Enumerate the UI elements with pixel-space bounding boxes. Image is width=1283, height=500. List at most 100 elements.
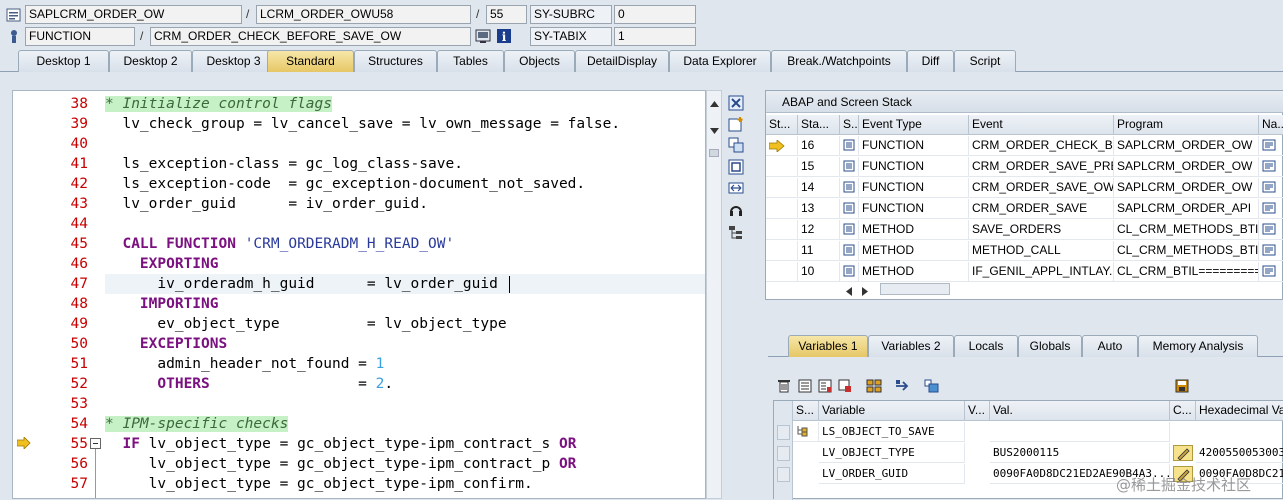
tab-script[interactable]: Script <box>954 50 1016 72</box>
stack-event-type-cell[interactable]: METHOD <box>859 262 969 282</box>
maximize-icon[interactable] <box>728 159 744 175</box>
row-selector[interactable] <box>777 467 790 482</box>
var-col-header[interactable]: Val. <box>990 401 1170 421</box>
sysvar-value-2[interactable]: 1 <box>614 27 696 46</box>
tab-desktop-3[interactable]: Desktop 3 <box>192 50 275 72</box>
var-col-header[interactable]: Variable <box>819 401 965 421</box>
sysvar-value-1[interactable]: 0 <box>614 5 696 24</box>
stack-nav-cell[interactable] <box>1259 241 1283 261</box>
stack-level-cell[interactable]: 16 <box>798 136 840 156</box>
tab-structures[interactable]: Structures <box>354 50 437 72</box>
list-icon[interactable] <box>798 379 814 395</box>
stack-event-type-cell[interactable]: FUNCTION <box>859 178 969 198</box>
stack-level-cell[interactable]: 12 <box>798 220 840 240</box>
include-field[interactable]: LCRM_ORDER_OWU58 <box>256 5 471 24</box>
program-field[interactable]: SAPLCRM_ORDER_OW <box>25 5 242 24</box>
tab-diff[interactable]: Diff <box>907 50 954 72</box>
stack-program-cell[interactable]: SAPLCRM_ORDER_API <box>1114 199 1259 219</box>
export-icon[interactable] <box>838 379 854 395</box>
swap-tool-icon[interactable] <box>728 137 744 153</box>
var-value-cell[interactable]: BUS2000115 <box>990 443 1170 463</box>
stack-event-type-cell[interactable]: FUNCTION <box>859 157 969 177</box>
stack-col-header[interactable]: Program <box>1114 115 1259 135</box>
var-name-cell[interactable]: LV_ORDER_GUID <box>819 464 965 484</box>
scroll-thumb[interactable] <box>709 149 719 157</box>
tab-objects[interactable]: Objects <box>504 50 575 72</box>
stack-event-cell[interactable]: CRM_ORDER_SAVE_PRE... <box>969 157 1114 177</box>
type-field[interactable]: FUNCTION <box>25 27 135 46</box>
structure-icon[interactable] <box>866 379 882 395</box>
stack-level-cell[interactable]: 10 <box>798 262 840 282</box>
tab-detaildisplay[interactable]: DetailDisplay <box>575 50 669 72</box>
services-icon[interactable] <box>728 202 744 218</box>
scroll-thumb[interactable] <box>880 283 950 295</box>
tab-variables-1[interactable]: Variables 1 <box>788 335 868 357</box>
tab-breakpoints[interactable]: Break./Watchpoints <box>771 50 907 72</box>
stack-program-cell[interactable]: CL_CRM_METHODS_BTIL... <box>1114 220 1259 240</box>
row-selector[interactable] <box>777 446 790 461</box>
object-icon[interactable] <box>924 379 940 395</box>
navigate-icon[interactable] <box>895 379 911 395</box>
delete-icon[interactable] <box>777 379 793 395</box>
save-icon[interactable] <box>1175 379 1191 395</box>
stack-event-cell[interactable]: METHOD_CALL <box>969 241 1114 261</box>
tab-standard[interactable]: Standard <box>267 50 354 72</box>
stack-nav-cell[interactable] <box>1259 157 1283 177</box>
stack-col-header[interactable]: Event <box>969 115 1114 135</box>
stack-event-cell[interactable]: IF_GENIL_APPL_INTLAY... <box>969 262 1114 282</box>
stack-event-cell[interactable]: CRM_ORDER_CHECK_BEF... <box>969 136 1114 156</box>
var-name-cell[interactable]: LS_OBJECT_TO_SAVE <box>819 422 965 442</box>
stack-level-cell[interactable]: 13 <box>798 199 840 219</box>
tab-variables-2[interactable]: Variables 2 <box>868 335 954 357</box>
var-col-header[interactable]: Hexadecimal Va <box>1196 401 1283 421</box>
stack-col-header[interactable]: Na... <box>1259 115 1283 135</box>
tab-memory-analysis[interactable]: Memory Analysis <box>1138 335 1258 357</box>
var-col-header[interactable]: S... <box>793 401 819 421</box>
import-icon[interactable] <box>818 379 834 395</box>
scroll-up-icon[interactable] <box>710 96 719 110</box>
row-selector[interactable] <box>777 425 790 440</box>
scroll-right-icon[interactable] <box>862 285 868 299</box>
stack-event-type-cell[interactable]: FUNCTION <box>859 199 969 219</box>
screen-icon[interactable] <box>475 28 491 44</box>
collapse-block-icon[interactable] <box>90 438 101 449</box>
stack-hscroll[interactable] <box>844 281 954 297</box>
stack-event-type-cell[interactable]: METHOD <box>859 220 969 240</box>
stack-level-cell[interactable]: 14 <box>798 178 840 198</box>
stack-program-cell[interactable]: SAPLCRM_ORDER_OW <box>1114 136 1259 156</box>
close-icon[interactable] <box>728 95 744 111</box>
tree-tool-icon[interactable] <box>728 225 744 241</box>
var-col-header[interactable]: V... <box>965 401 990 421</box>
function-name-field[interactable]: CRM_ORDER_CHECK_BEFORE_SAVE_OW <box>150 27 471 46</box>
stack-col-header[interactable]: Sta... <box>798 115 840 135</box>
line-field[interactable]: 55 <box>486 5 527 24</box>
stack-col-header[interactable]: St... <box>766 115 798 135</box>
stack-col-header[interactable]: S... <box>840 115 859 135</box>
var-value-cell[interactable] <box>990 422 1170 442</box>
stack-program-cell[interactable]: CL_CRM_METHODS_BTIL... <box>1114 241 1259 261</box>
stack-event-cell[interactable]: SAVE_ORDERS <box>969 220 1114 240</box>
tab-auto[interactable]: Auto <box>1082 335 1138 357</box>
tab-globals[interactable]: Globals <box>1018 335 1082 357</box>
edit-pencil-icon[interactable] <box>1173 445 1193 461</box>
stack-program-cell[interactable]: SAPLCRM_ORDER_OW <box>1114 157 1259 177</box>
editor-scrollbar[interactable] <box>706 90 722 499</box>
var-name-cell[interactable]: LV_OBJECT_TYPE <box>819 443 965 463</box>
info-icon[interactable]: i <box>496 28 512 44</box>
stack-program-cell[interactable]: CL_CRM_BTIL=========... <box>1114 262 1259 282</box>
source-code-editor[interactable]: 38 39 40 41 42 43 44 45 46 47 48 49 50 5… <box>12 90 706 499</box>
stack-nav-cell[interactable] <box>1259 220 1283 240</box>
scroll-left-icon[interactable] <box>846 285 852 299</box>
tab-data-explorer[interactable]: Data Explorer <box>669 50 771 72</box>
stack-level-cell[interactable]: 15 <box>798 157 840 177</box>
tab-tables[interactable]: Tables <box>437 50 504 72</box>
stack-col-header[interactable]: Event Type <box>859 115 969 135</box>
stack-event-type-cell[interactable]: METHOD <box>859 241 969 261</box>
new-tool-icon[interactable] <box>728 116 744 132</box>
tab-desktop-2[interactable]: Desktop 2 <box>109 50 192 72</box>
scroll-down-icon[interactable] <box>710 123 719 137</box>
tab-desktop-1[interactable]: Desktop 1 <box>18 50 109 72</box>
tab-locals[interactable]: Locals <box>954 335 1018 357</box>
stack-event-cell[interactable]: CRM_ORDER_SAVE_OW <box>969 178 1114 198</box>
stack-program-cell[interactable]: SAPLCRM_ORDER_OW <box>1114 178 1259 198</box>
